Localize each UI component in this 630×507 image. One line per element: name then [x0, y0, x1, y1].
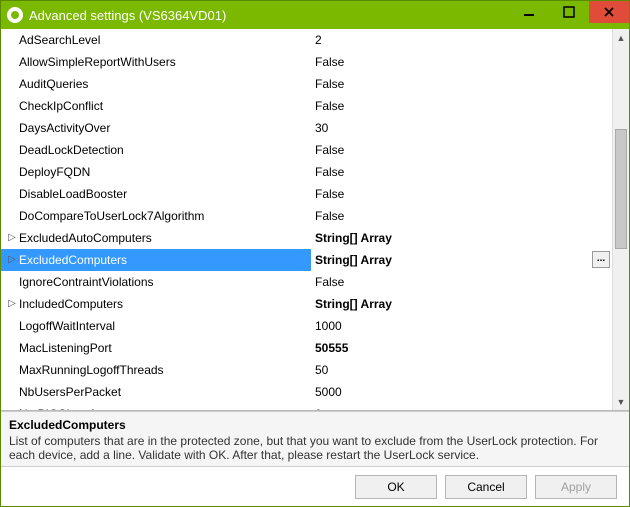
description-text: List of computers that are in the protec…	[9, 434, 621, 462]
property-row[interactable]: ▷IncludedComputersString[] Array	[1, 293, 612, 315]
property-row[interactable]: AdSearchLevel2	[1, 29, 612, 51]
property-row[interactable]: ▷ExcludedAutoComputersString[] Array	[1, 227, 612, 249]
cancel-button[interactable]: Cancel	[445, 475, 527, 499]
scroll-thumb[interactable]	[615, 129, 627, 249]
property-row[interactable]: CheckIpConflictFalse	[1, 95, 612, 117]
property-value[interactable]: False	[311, 51, 612, 73]
property-row[interactable]: NbUsersPerPacket5000	[1, 381, 612, 403]
property-name[interactable]: DoCompareToUserLock7Algorithm	[19, 205, 311, 227]
property-value[interactable]: String[] Array	[311, 293, 612, 315]
property-row[interactable]: DaysActivityOver30	[1, 117, 612, 139]
property-name[interactable]: CheckIpConflict	[19, 95, 311, 117]
property-name[interactable]: AuditQueries	[19, 73, 311, 95]
window-title: Advanced settings (VS6364VD01)	[29, 8, 509, 23]
property-row[interactable]: DeployFQDNFalse	[1, 161, 612, 183]
property-name[interactable]: AdSearchLevel	[19, 29, 311, 51]
expand-toggle	[1, 161, 19, 183]
close-button[interactable]	[589, 1, 629, 23]
expand-toggle	[1, 95, 19, 117]
property-row[interactable]: LogoffWaitInterval1000	[1, 315, 612, 337]
property-grid: AdSearchLevel2AllowSimpleReportWithUsers…	[1, 29, 629, 411]
property-row[interactable]: AllowSimpleReportWithUsersFalse	[1, 51, 612, 73]
property-name[interactable]: NetBIOSInterface	[19, 403, 311, 410]
property-value[interactable]: 1000	[311, 315, 612, 337]
ellipsis-button[interactable]: ...	[592, 251, 610, 268]
property-name[interactable]: DeployFQDN	[19, 161, 311, 183]
property-name[interactable]: DisableLoadBooster	[19, 183, 311, 205]
property-value[interactable]: False	[311, 73, 612, 95]
property-value[interactable]: False	[311, 139, 612, 161]
vertical-scrollbar[interactable]: ▲ ▼	[612, 29, 629, 410]
button-bar: OK Cancel Apply	[1, 466, 629, 506]
scroll-down-button[interactable]: ▼	[613, 393, 629, 410]
property-row[interactable]: DeadLockDetectionFalse	[1, 139, 612, 161]
expand-toggle	[1, 403, 19, 410]
property-value[interactable]: False	[311, 271, 612, 293]
maximize-icon	[563, 6, 575, 18]
expand-toggle	[1, 315, 19, 337]
window-controls	[509, 1, 629, 29]
property-value[interactable]: 50555	[311, 337, 612, 359]
expand-toggle	[1, 73, 19, 95]
property-row[interactable]: MacListeningPort50555	[1, 337, 612, 359]
property-name[interactable]: DaysActivityOver	[19, 117, 311, 139]
expand-toggle	[1, 205, 19, 227]
apply-button[interactable]: Apply	[535, 475, 617, 499]
expand-toggle	[1, 183, 19, 205]
property-value[interactable]: 2	[311, 29, 612, 51]
property-name[interactable]: NbUsersPerPacket	[19, 381, 311, 403]
property-row[interactable]: DoCompareToUserLock7AlgorithmFalse	[1, 205, 612, 227]
property-value[interactable]: False	[311, 95, 612, 117]
property-name[interactable]: LogoffWaitInterval	[19, 315, 311, 337]
property-name[interactable]: ExcludedComputers	[19, 249, 311, 271]
expand-toggle	[1, 271, 19, 293]
minimize-button[interactable]	[509, 1, 549, 23]
expand-toggle[interactable]: ▷	[1, 249, 19, 271]
property-value[interactable]: 30	[311, 117, 612, 139]
property-row[interactable]: AuditQueriesFalse	[1, 73, 612, 95]
property-value[interactable]: 0	[311, 403, 612, 410]
close-icon	[603, 6, 615, 18]
property-row[interactable]: ▷ExcludedComputersString[] Array...	[1, 249, 612, 271]
expand-toggle	[1, 117, 19, 139]
expand-toggle	[1, 139, 19, 161]
expand-toggle	[1, 337, 19, 359]
property-value[interactable]: String[] Array	[311, 227, 612, 249]
app-icon	[7, 7, 23, 23]
property-name[interactable]: IncludedComputers	[19, 293, 311, 315]
description-pane: ExcludedComputers List of computers that…	[1, 411, 629, 466]
property-row[interactable]: IgnoreContraintViolationsFalse	[1, 271, 612, 293]
expand-toggle	[1, 51, 19, 73]
property-row[interactable]: DisableLoadBoosterFalse	[1, 183, 612, 205]
expand-toggle[interactable]: ▷	[1, 227, 19, 249]
property-value[interactable]: False	[311, 205, 612, 227]
property-row[interactable]: NetBIOSInterface0	[1, 403, 612, 410]
titlebar: Advanced settings (VS6364VD01)	[1, 1, 629, 29]
property-name[interactable]: MaxRunningLogoffThreads	[19, 359, 311, 381]
property-value[interactable]: 50	[311, 359, 612, 381]
property-value[interactable]: False	[311, 183, 612, 205]
property-value[interactable]: False	[311, 161, 612, 183]
property-name[interactable]: AllowSimpleReportWithUsers	[19, 51, 311, 73]
scroll-up-button[interactable]: ▲	[613, 29, 629, 46]
property-value[interactable]: String[] Array...	[311, 249, 612, 271]
property-name[interactable]: IgnoreContraintViolations	[19, 271, 311, 293]
ok-button[interactable]: OK	[355, 475, 437, 499]
property-name[interactable]: MacListeningPort	[19, 337, 311, 359]
property-name[interactable]: DeadLockDetection	[19, 139, 311, 161]
property-name[interactable]: ExcludedAutoComputers	[19, 227, 311, 249]
property-grid-body[interactable]: AdSearchLevel2AllowSimpleReportWithUsers…	[1, 29, 612, 410]
maximize-button[interactable]	[549, 1, 589, 23]
expand-toggle	[1, 29, 19, 51]
minimize-icon	[523, 6, 535, 18]
description-title: ExcludedComputers	[9, 418, 621, 432]
expand-toggle	[1, 359, 19, 381]
expand-toggle[interactable]: ▷	[1, 293, 19, 315]
property-row[interactable]: MaxRunningLogoffThreads50	[1, 359, 612, 381]
expand-toggle	[1, 381, 19, 403]
property-value[interactable]: 5000	[311, 381, 612, 403]
